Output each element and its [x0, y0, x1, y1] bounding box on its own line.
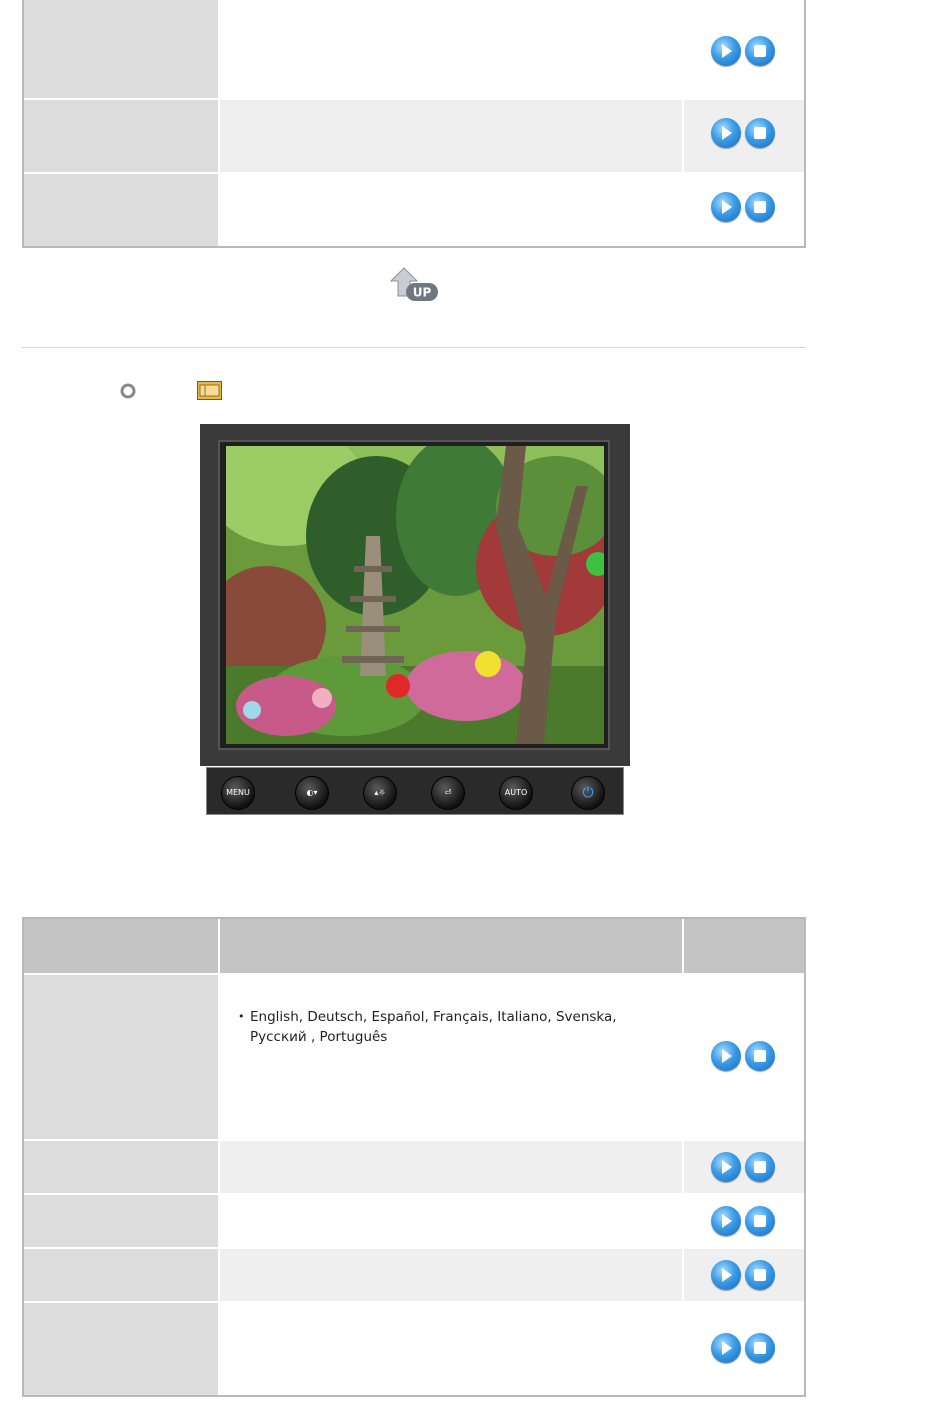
- language-list-line-2: Русский , Português: [250, 1029, 388, 1045]
- monitor-control-bar: MENU ◐▾ ▴☼ ⏎ AUTO ⏻: [206, 767, 624, 815]
- stop-button[interactable]: [745, 192, 775, 222]
- monitor-illustration: [200, 424, 630, 766]
- play-button[interactable]: [711, 1260, 741, 1290]
- table-row: [24, 0, 804, 98]
- table-row: [24, 1303, 804, 1395]
- stop-button[interactable]: [745, 1152, 775, 1182]
- up-arrow-icon[interactable]: UP: [389, 266, 440, 304]
- play-button[interactable]: [711, 1333, 741, 1363]
- table-row: [24, 1141, 804, 1193]
- play-button[interactable]: [711, 192, 741, 222]
- stop-button[interactable]: [745, 36, 775, 66]
- up-label: UP: [413, 286, 432, 300]
- contrast-down-button[interactable]: ◐▾: [295, 776, 329, 810]
- list-item: English, Deutsch, Español, Français, Ita…: [238, 1007, 682, 1047]
- table-row: English, Deutsch, Español, Français, Ita…: [24, 975, 804, 1139]
- power-button[interactable]: ⏻: [571, 776, 605, 810]
- play-button[interactable]: [711, 1206, 741, 1236]
- settings-table-top: [22, 0, 806, 248]
- enter-button[interactable]: ⏎: [431, 776, 465, 810]
- contrast-down-icon: ◐▾: [306, 788, 318, 797]
- auto-button[interactable]: AUTO: [499, 776, 533, 810]
- brightness-up-button[interactable]: ▴☼: [363, 776, 397, 810]
- brightness-up-icon: ▴☼: [374, 788, 386, 797]
- menu-button[interactable]: MENU: [221, 776, 255, 810]
- play-button[interactable]: [711, 36, 741, 66]
- stop-button[interactable]: [745, 1260, 775, 1290]
- language-list-line-1: English, Deutsch, Español, Français, Ita…: [250, 1009, 617, 1025]
- section-divider: [22, 347, 806, 348]
- stop-button[interactable]: [745, 1041, 775, 1071]
- table-row: [24, 1249, 804, 1301]
- play-button[interactable]: [711, 118, 741, 148]
- play-button[interactable]: [711, 1041, 741, 1071]
- stop-button[interactable]: [745, 1333, 775, 1363]
- power-icon: ⏻: [582, 785, 594, 801]
- table-row: [24, 174, 804, 246]
- table-row: [24, 1195, 804, 1247]
- settings-table-bottom: English, Deutsch, Español, Français, Ita…: [22, 917, 806, 1397]
- stop-button[interactable]: [745, 118, 775, 148]
- garden-photo: [226, 446, 604, 744]
- osd-menu-icon: [197, 381, 222, 400]
- language-list: English, Deutsch, Español, Français, Ita…: [220, 1007, 682, 1047]
- stop-button[interactable]: [745, 1206, 775, 1236]
- table-header-row: [24, 919, 804, 973]
- circle-bullet-icon: [120, 383, 136, 399]
- play-button[interactable]: [711, 1152, 741, 1182]
- enter-icon: ⏎: [444, 788, 452, 797]
- table-row: [24, 100, 804, 172]
